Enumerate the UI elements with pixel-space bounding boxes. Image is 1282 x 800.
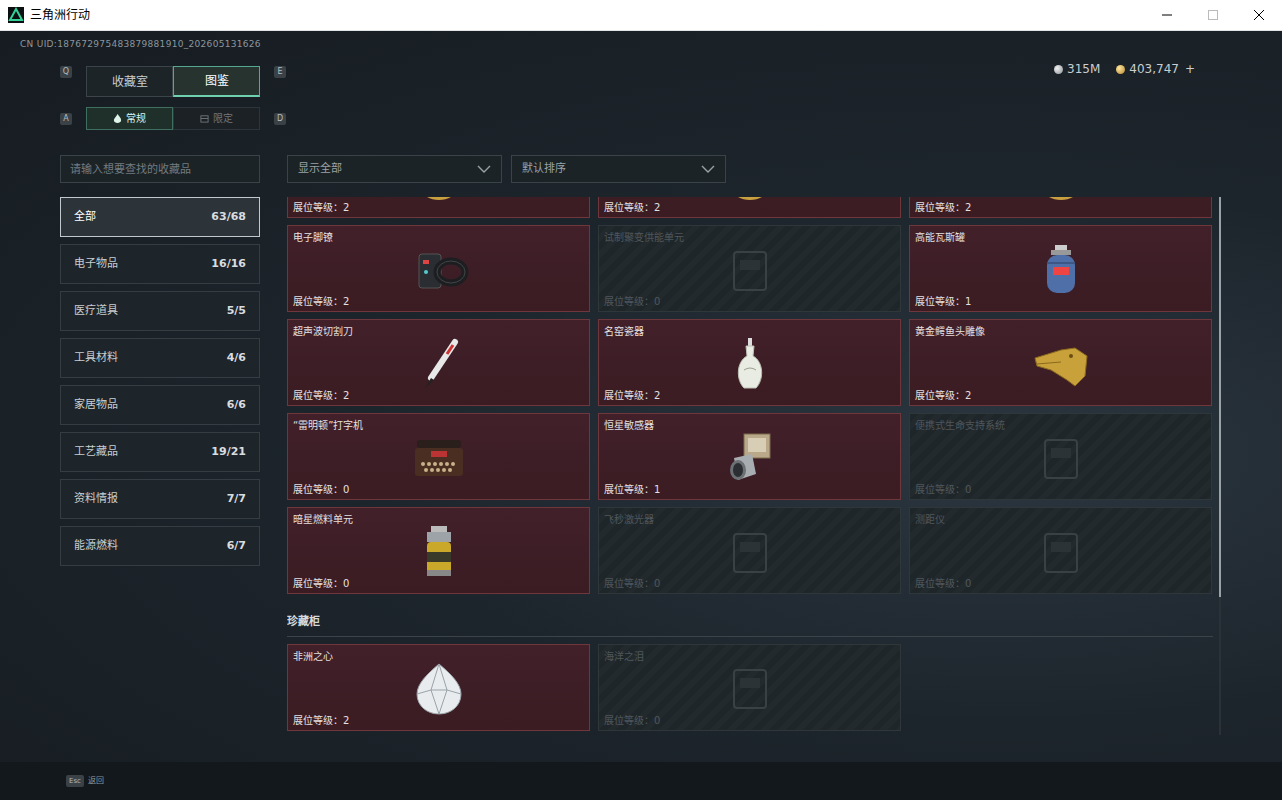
collectible-card[interactable]: 展位等级：2 (598, 197, 901, 218)
collectible-card[interactable]: 恒星敏感器展位等级：1 (598, 413, 901, 500)
collectible-card[interactable]: 黄金鳄鱼头雕像展位等级：2 (909, 319, 1212, 406)
collectible-card[interactable]: 超声波切割刀展位等级：2 (287, 319, 590, 406)
collectible-card[interactable]: 非洲之心展位等级：2 (287, 644, 590, 731)
item-picture-icon (915, 526, 1206, 577)
title-bar: 三角洲行动 (0, 0, 1282, 31)
close-button[interactable] (1236, 0, 1282, 30)
item-picture-icon (293, 432, 584, 483)
chevron-down-icon (477, 165, 491, 173)
collectible-card[interactable]: 展位等级：2 (287, 197, 590, 218)
item-picture-icon (915, 338, 1206, 389)
maximize-icon (1208, 10, 1218, 20)
item-picture-icon (293, 338, 584, 389)
item-picture-icon (293, 663, 584, 714)
player-uid: CN UID:187672975483879881910_20260513162… (0, 37, 1282, 51)
collectible-card[interactable]: 电子脚镣展位等级：2 (287, 225, 590, 312)
minimize-button[interactable] (1144, 0, 1190, 30)
item-picture-icon (604, 526, 895, 577)
sidebar-item[interactable]: 家居物品6/6 (60, 385, 260, 425)
sidebar-item[interactable]: 工具材料4/6 (60, 338, 260, 378)
collectible-card[interactable]: “雷明顿”打字机展位等级：0 (287, 413, 590, 500)
game-logo-icon (8, 7, 24, 23)
collectible-card[interactable]: 便携式生命支持系统展位等级：0 (909, 413, 1212, 500)
sidebar-item[interactable]: 工艺藏品19/21 (60, 432, 260, 472)
sidebar-item[interactable]: 电子物品16/16 (60, 244, 260, 284)
scroll-thumb[interactable] (1219, 197, 1221, 597)
filter-dropdown[interactable]: 显示全部 (287, 155, 502, 183)
sidebar: 全部63/68 电子物品16/16 医疗道具5/5 工具材料4/6 家居物品6/6 工艺藏… (60, 155, 260, 735)
sub-tab[interactable]: 常规 (86, 107, 173, 130)
coin-icon (1054, 65, 1063, 74)
item-picture-icon (604, 197, 895, 201)
maximize-button[interactable] (1190, 0, 1236, 30)
item-picture-icon (915, 244, 1206, 295)
item-picture-icon (604, 432, 895, 483)
game-screen: CN UID:187672975483879881910_20260513162… (0, 31, 1282, 800)
chevron-down-icon (701, 165, 715, 173)
item-picture-icon (915, 197, 1206, 201)
scrollbar[interactable] (1219, 197, 1221, 735)
box-icon (200, 114, 209, 123)
main-tab[interactable]: 图鉴 (173, 66, 260, 97)
sidebar-item[interactable]: 全部63/68 (60, 197, 260, 237)
prev-tab-key: Q (60, 66, 72, 78)
currency: 403,747 (1116, 60, 1179, 78)
prev-subtab-key: A (60, 113, 72, 125)
collectible-card[interactable]: 海洋之泪展位等级：0 (598, 644, 901, 731)
item-picture-icon (604, 244, 895, 295)
item-picture-icon (604, 663, 895, 714)
next-tab-key: E (274, 66, 286, 78)
item-picture-icon (293, 526, 584, 577)
item-picture-icon (293, 197, 584, 201)
add-currency-button[interactable]: + (1185, 60, 1195, 78)
sidebar-item[interactable]: 资料情报7/7 (60, 479, 260, 519)
collectible-card[interactable]: 暗星燃料单元展位等级：0 (287, 507, 590, 594)
flame-icon (113, 114, 122, 123)
collection-grid: 展位等级：2 展位等级：2 展位等级：2 电子脚镣展位等级：2试制聚变供能单元展位等级… (287, 197, 1222, 735)
sub-tab[interactable]: 限定 (173, 107, 260, 130)
window-title: 三角洲行动 (30, 6, 90, 24)
main-tab[interactable]: 收藏室 (86, 66, 173, 97)
back-button[interactable]: 返回 (88, 775, 104, 787)
item-picture-icon (915, 432, 1206, 483)
close-icon (1254, 10, 1264, 20)
currency: 315M (1054, 60, 1100, 78)
collectible-card[interactable]: 高能瓦斯罐展位等级：1 (909, 225, 1212, 312)
escape-key: Esc (66, 775, 84, 787)
item-picture-icon (604, 338, 895, 389)
next-subtab-key: D (274, 113, 286, 125)
currency-bar: 315M 403,747 + (1054, 60, 1195, 78)
filter-dropdown[interactable]: 默认排序 (511, 155, 726, 183)
coin-icon (1116, 65, 1125, 74)
collectible-card[interactable]: 飞秒激光器展位等级：0 (598, 507, 901, 594)
sidebar-item[interactable]: 能源燃料6/7 (60, 526, 260, 566)
section-title: 珍藏柜 (287, 614, 1213, 637)
collectible-card[interactable]: 名窑瓷器展位等级：2 (598, 319, 901, 406)
footer-bar: Esc 返回 (0, 762, 1282, 800)
collectible-card[interactable]: 试制聚变供能单元展位等级：0 (598, 225, 901, 312)
collectible-card[interactable]: 展位等级：2 (909, 197, 1212, 218)
item-picture-icon (293, 244, 584, 295)
collectible-card[interactable]: 测距仪展位等级：0 (909, 507, 1212, 594)
sidebar-item[interactable]: 医疗道具5/5 (60, 291, 260, 331)
minimize-icon (1162, 10, 1172, 20)
search-field[interactable] (60, 155, 260, 183)
